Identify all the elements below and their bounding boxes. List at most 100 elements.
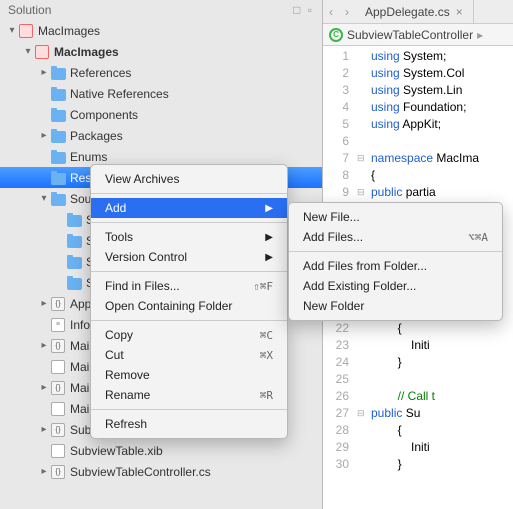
code-line[interactable]: 26 // Call t (323, 388, 513, 405)
code-line[interactable]: 22 { (323, 320, 513, 337)
disclosure-icon[interactable]: ▸ (38, 424, 50, 435)
menu-item[interactable]: Copy⌘C (91, 325, 287, 345)
tree-item[interactable]: Components (0, 104, 322, 125)
menu-item[interactable]: Version Control▶ (91, 247, 287, 267)
fold-icon[interactable]: ⊟ (357, 405, 371, 422)
fold-icon[interactable]: ⊟ (357, 184, 371, 201)
disclosure-icon[interactable]: ▸ (38, 298, 50, 309)
panel-options-icon[interactable]: □ ▫ (293, 3, 314, 17)
fold-icon[interactable] (357, 133, 371, 150)
menu-item[interactable]: Refresh (91, 414, 287, 434)
fold-icon[interactable] (357, 456, 371, 473)
folder-icon (50, 65, 66, 81)
editor-tab[interactable]: AppDelegate.cs × (355, 0, 474, 23)
code-line[interactable]: 4using Foundation; (323, 99, 513, 116)
line-number: 23 (323, 337, 357, 354)
tree-item[interactable]: ▸References (0, 62, 322, 83)
fold-icon[interactable] (357, 116, 371, 133)
tree-item[interactable]: SubviewTable.xib (0, 440, 322, 461)
fold-icon[interactable] (357, 337, 371, 354)
menu-item[interactable]: Cut ⌘X (91, 345, 287, 365)
code-line[interactable]: 9⊟public partia (323, 184, 513, 201)
code-line[interactable]: 29 Initi (323, 439, 513, 456)
tree-item[interactable]: ▸Packages (0, 125, 322, 146)
disclosure-icon[interactable]: ▾ (38, 193, 50, 204)
code-line[interactable]: 28 { (323, 422, 513, 439)
fold-icon[interactable] (357, 99, 371, 116)
disclosure-icon[interactable]: ▸ (38, 466, 50, 477)
fold-icon[interactable] (357, 388, 371, 405)
fold-icon[interactable] (357, 354, 371, 371)
menu-separator (91, 271, 287, 272)
code-text: using System; (371, 48, 446, 65)
fold-icon[interactable] (357, 439, 371, 456)
menu-item[interactable]: View Archives (91, 169, 287, 189)
context-submenu-add[interactable]: New File...Add Files...⌥⌘A Add Files from… (288, 202, 503, 321)
menu-item[interactable]: Add Files from Folder... (289, 256, 502, 276)
context-menu[interactable]: View ArchivesAdd▶Tools▶Version Control▶F… (90, 164, 288, 439)
menu-item[interactable]: Tools▶ (91, 227, 287, 247)
menu-item[interactable]: New File... (289, 207, 502, 227)
disclosure-icon[interactable]: ▸ (38, 382, 50, 393)
menu-item[interactable]: Add▶ (91, 198, 287, 218)
fold-icon[interactable] (357, 167, 371, 184)
menu-item[interactable]: New Folder (289, 296, 502, 316)
folder-icon (50, 128, 66, 144)
menu-item[interactable]: Add Existing Folder... (289, 276, 502, 296)
code-line[interactable]: 27⊟public Su (323, 405, 513, 422)
tree-item[interactable]: ▾MacImages (0, 41, 322, 62)
shortcut-label: ⌘X (260, 349, 273, 362)
code-line[interactable]: 3using System.Lin (323, 82, 513, 99)
code-line[interactable]: 6 (323, 133, 513, 150)
fold-icon[interactable] (357, 82, 371, 99)
fold-icon[interactable] (357, 65, 371, 82)
fold-icon[interactable] (357, 320, 371, 337)
breadcrumb[interactable]: C SubviewTableController ▸ (323, 24, 513, 46)
code-line[interactable]: 24 } (323, 354, 513, 371)
folder-icon (50, 149, 66, 165)
close-icon[interactable]: × (456, 5, 463, 19)
folder-icon (50, 86, 66, 102)
code-line[interactable]: 30 } (323, 456, 513, 473)
code-line[interactable]: 7⊟namespace MacIma (323, 150, 513, 167)
tab-next-icon[interactable]: › (339, 5, 355, 19)
menu-item-label: Add (105, 201, 126, 215)
menu-item[interactable]: Rename⌘R (91, 385, 287, 405)
disclosure-icon[interactable]: ▸ (38, 67, 50, 78)
menu-item[interactable]: Remove (91, 365, 287, 385)
shortcut-label: ⌘R (260, 389, 273, 402)
disclosure-icon[interactable]: ▾ (22, 46, 34, 57)
submenu-arrow-icon: ▶ (265, 252, 273, 263)
code-line[interactable]: 1using System; (323, 48, 513, 65)
disclosure-icon[interactable]: ▸ (38, 340, 50, 351)
code-line[interactable]: 8{ (323, 167, 513, 184)
tab-prev-icon[interactable]: ‹ (323, 5, 339, 19)
code-line[interactable]: 25 (323, 371, 513, 388)
code-line[interactable]: 2using System.Col (323, 65, 513, 82)
code-line[interactable]: 23 Initi (323, 337, 513, 354)
chevron-right-icon: ▸ (477, 28, 483, 42)
menu-item[interactable]: Add Files...⌥⌘A (289, 227, 502, 247)
tree-item[interactable]: ▸{}SubviewTableController.cs (0, 461, 322, 482)
code-line[interactable]: 5using AppKit; (323, 116, 513, 133)
menu-item[interactable]: Find in Files...⇧⌘F (91, 276, 287, 296)
folder-icon (66, 254, 82, 270)
line-number: 26 (323, 388, 357, 405)
tree-item[interactable]: ▾MacImages (0, 20, 322, 41)
tree-item[interactable]: Native References (0, 83, 322, 104)
folder-icon (50, 170, 66, 186)
fold-icon[interactable] (357, 48, 371, 65)
menu-item-label: Remove (105, 368, 150, 382)
fold-icon[interactable]: ⊟ (357, 150, 371, 167)
csharp-file-icon: {} (50, 422, 66, 438)
menu-separator (91, 222, 287, 223)
fold-icon[interactable] (357, 371, 371, 388)
code-text: public Su (371, 405, 420, 422)
folder-icon (66, 275, 82, 291)
menu-item-label: Cut (105, 348, 124, 362)
disclosure-icon[interactable]: ▸ (38, 130, 50, 141)
fold-icon[interactable] (357, 422, 371, 439)
disclosure-icon[interactable]: ▾ (6, 25, 18, 36)
class-icon: C (329, 28, 343, 42)
menu-item[interactable]: Open Containing Folder (91, 296, 287, 316)
